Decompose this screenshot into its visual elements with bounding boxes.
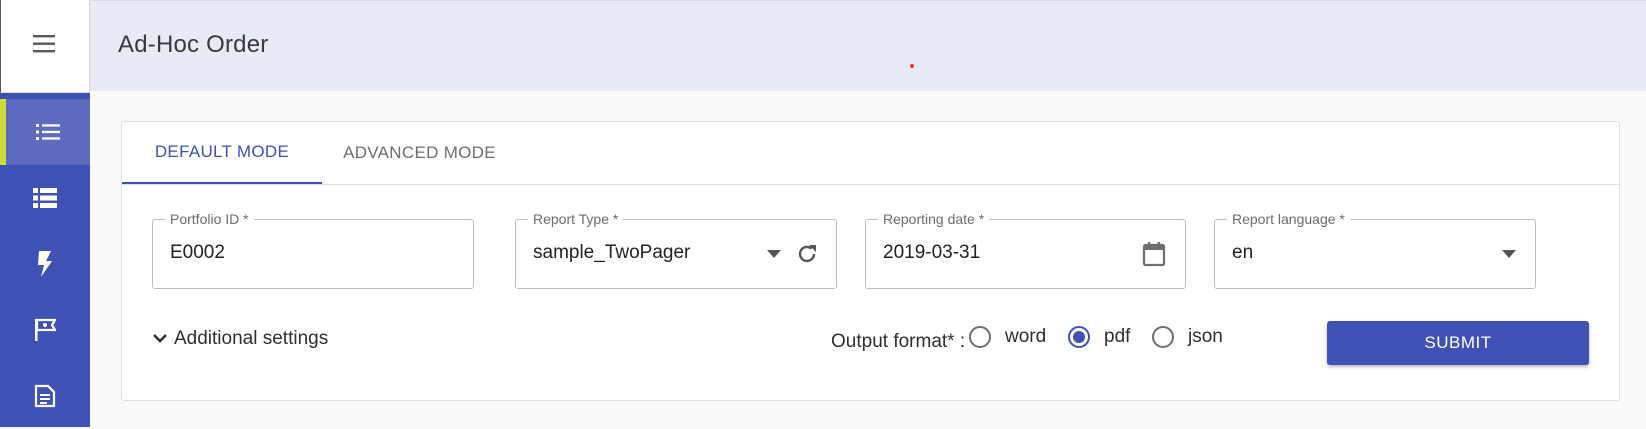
document-icon bbox=[34, 384, 56, 408]
output-format-word-label: word bbox=[1005, 326, 1047, 347]
portfolio-id-input[interactable]: E0002 bbox=[170, 242, 225, 264]
sidebar-item-list[interactable] bbox=[0, 99, 90, 165]
portfolio-id-field[interactable]: Portfolio ID * E0002 bbox=[152, 210, 474, 289]
lightning-icon bbox=[37, 251, 53, 277]
list-icon bbox=[36, 123, 60, 141]
output-format-json-label: json bbox=[1188, 326, 1223, 347]
table-list-icon bbox=[33, 188, 57, 208]
tab-default-mode[interactable]: DEFAULT MODE bbox=[122, 122, 322, 184]
order-form-card: DEFAULT MODE ADVANCED MODE Portfolio ID … bbox=[121, 121, 1620, 401]
report-type-value: sample_TwoPager bbox=[533, 242, 691, 263]
report-language-value: en bbox=[1232, 242, 1254, 263]
portfolio-id-label: Portfolio ID * bbox=[165, 210, 254, 228]
sidebar-item-flash[interactable] bbox=[0, 231, 90, 297]
sidebar bbox=[0, 93, 90, 427]
report-type-select[interactable]: Report Type * sample_TwoPager bbox=[515, 210, 837, 289]
dropdown-arrow-icon[interactable] bbox=[1497, 220, 1521, 288]
page-title: Ad-Hoc Order bbox=[118, 31, 269, 58]
radio-unchecked-icon bbox=[1152, 326, 1174, 348]
refresh-icon[interactable] bbox=[792, 220, 822, 288]
dropdown-arrow-icon[interactable] bbox=[762, 220, 786, 288]
chevron-down-icon bbox=[152, 328, 174, 350]
menu-toggle-button[interactable] bbox=[0, 0, 90, 93]
app-header: Ad-Hoc Order bbox=[90, 0, 1646, 91]
additional-settings-label: Additional settings bbox=[174, 328, 329, 349]
submit-button[interactable]: SUBMIT bbox=[1327, 321, 1589, 365]
sidebar-item-document[interactable] bbox=[0, 363, 90, 429]
cursor-marker bbox=[910, 64, 914, 68]
output-format-json-radio[interactable]: json bbox=[1152, 326, 1223, 348]
reporting-date-label: Reporting date * bbox=[878, 210, 990, 228]
output-format-label: Output format* : bbox=[831, 331, 966, 352]
output-format-pdf-radio[interactable]: pdf bbox=[1068, 326, 1130, 348]
output-format-pdf-label: pdf bbox=[1104, 326, 1131, 347]
tab-advanced-mode[interactable]: ADVANCED MODE bbox=[322, 122, 517, 184]
hamburger-menu-icon bbox=[33, 34, 57, 58]
report-language-label: Report language * bbox=[1227, 210, 1350, 228]
reporting-date-field[interactable]: Reporting date * 2019-03-31 bbox=[865, 210, 1186, 289]
additional-settings-toggle[interactable]: Additional settings bbox=[152, 328, 328, 350]
sidebar-item-table[interactable] bbox=[0, 165, 90, 231]
radio-unchecked-icon bbox=[969, 326, 991, 348]
mode-tabs: DEFAULT MODE ADVANCED MODE bbox=[122, 122, 1619, 185]
flag-icon bbox=[34, 318, 56, 342]
output-format-word-radio[interactable]: word bbox=[969, 326, 1046, 348]
report-language-select[interactable]: Report language * en bbox=[1214, 210, 1536, 289]
radio-checked-icon bbox=[1068, 326, 1090, 348]
reporting-date-input[interactable]: 2019-03-31 bbox=[883, 242, 980, 264]
report-type-label: Report Type * bbox=[528, 210, 624, 228]
calendar-icon[interactable] bbox=[1137, 220, 1171, 288]
sidebar-item-flag[interactable] bbox=[0, 297, 90, 363]
